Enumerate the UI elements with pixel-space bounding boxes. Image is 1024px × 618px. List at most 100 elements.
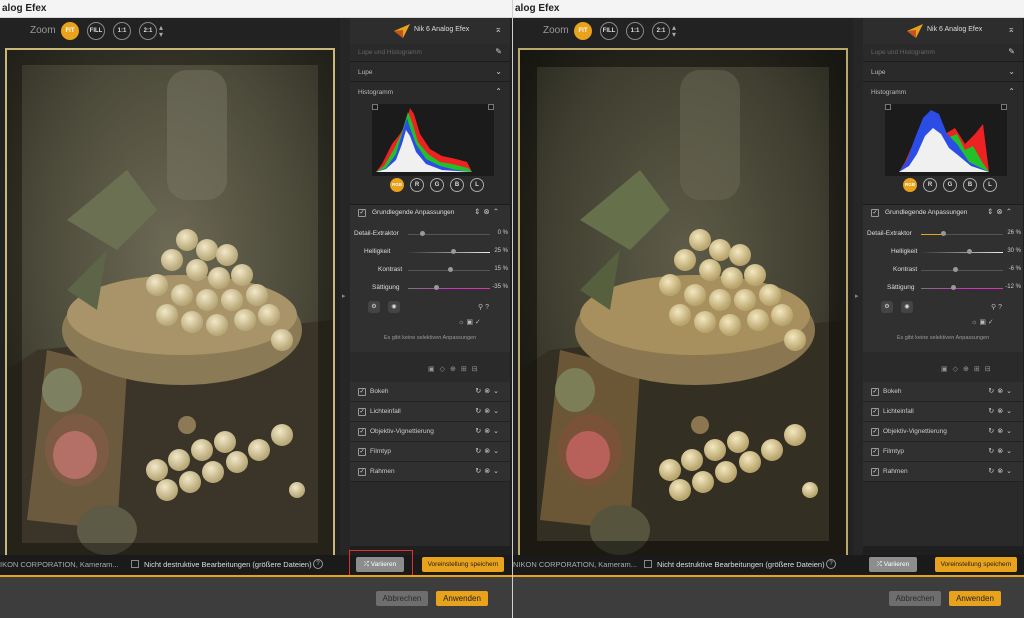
slider-brightness[interactable]: Helligkeit 25 % (350, 243, 510, 261)
non-destructive-checkbox[interactable] (644, 560, 652, 568)
enable-checkbox[interactable]: ✓ (358, 448, 366, 456)
filter-film-type[interactable]: ✓ Filmtyp ↻⊗⌄ (863, 442, 1023, 462)
save-preset-button[interactable]: Voreinstellung speichern (422, 557, 504, 572)
zoom-2-1-button[interactable]: 2:1 (139, 22, 157, 40)
highlight-clip-toggle[interactable] (488, 104, 494, 110)
cancel-button[interactable]: Abbrechen (889, 591, 941, 606)
slider-contrast[interactable]: Kontrast 15 % (350, 261, 510, 279)
filter-row-icons[interactable]: ↻⊗⌄ (475, 407, 502, 415)
enable-checkbox[interactable]: ✓ (871, 468, 879, 476)
slider-contrast[interactable]: Kontrast -6 % (863, 261, 1023, 279)
filter-film-type[interactable]: ✓ Filmtyp ↻⊗⌄ (350, 442, 510, 462)
pin-icon[interactable]: ✎ (495, 47, 502, 56)
zoom-stepper-icon[interactable]: ▴ ▾ (159, 24, 163, 39)
filter-frame[interactable]: ✓ Rahmen ↻⊗⌄ (863, 462, 1023, 482)
channel-r[interactable]: R (410, 178, 424, 192)
enable-checkbox[interactable]: ✓ (358, 428, 366, 436)
filter-row-icons[interactable]: ↻⊗⌄ (988, 447, 1015, 455)
selective-tool-icons[interactable]: ▣◇⊕⊞⊟ (941, 365, 996, 373)
filter-frame[interactable]: ✓ Rahmen ↻⊗⌄ (350, 462, 510, 482)
save-preset-button[interactable]: Voreinstellung speichern (935, 557, 1017, 572)
filter-row-icons[interactable]: ↻⊗⌄ (988, 467, 1015, 475)
photo-preview[interactable] (518, 48, 848, 560)
collapse-up-icon[interactable]: ⌅ (1007, 24, 1015, 35)
shadow-clip-toggle[interactable] (372, 104, 378, 110)
enable-checkbox[interactable]: ✓ (871, 428, 879, 436)
zoom-1-1-button[interactable]: 1:1 (113, 22, 131, 40)
channel-l[interactable]: L (983, 178, 997, 192)
enable-checkbox[interactable]: ✓ (871, 388, 879, 396)
slider-knob[interactable] (967, 249, 972, 254)
section-histogram[interactable]: Histogramm ⌃ (863, 84, 1023, 102)
control-point-icons[interactable]: ☼ ▣ ✓ (458, 318, 481, 326)
help-icon[interactable]: ? (826, 559, 836, 569)
enable-checkbox[interactable]: ✓ (358, 209, 366, 217)
slider-detail-extractor[interactable]: Detail-Extraktor 26 % (863, 225, 1023, 243)
group-header[interactable]: ✓ Grundlegende Anpassungen ⇕⊗⌃ (350, 205, 510, 221)
slider-knob[interactable] (448, 267, 453, 272)
pin-icon[interactable]: ✎ (1008, 47, 1015, 56)
control-point-icons[interactable]: ☼ ▣ ✓ (971, 318, 994, 326)
zoom-fit-button[interactable]: FIT (61, 22, 79, 40)
vary-button[interactable]: ⤮ Variieren (869, 557, 917, 572)
shadow-clip-toggle[interactable] (885, 104, 891, 110)
channel-b[interactable]: B (450, 178, 464, 192)
group-header-icons[interactable]: ⇕⊗⌃ (474, 207, 502, 216)
enable-checkbox[interactable]: ✓ (871, 209, 879, 217)
slider-saturation[interactable]: Sättigung -12 % (863, 279, 1023, 297)
enable-checkbox[interactable]: ✓ (871, 408, 879, 416)
channel-g[interactable]: G (430, 178, 444, 192)
section-loupe[interactable]: Lupe ⌄ (350, 64, 510, 82)
filter-row-icons[interactable]: ↻⊗⌄ (988, 387, 1015, 395)
filter-bokeh[interactable]: ✓ Bokeh ↻⊗⌄ (863, 382, 1023, 402)
slider-knob[interactable] (451, 249, 456, 254)
slider-track[interactable] (921, 249, 1003, 254)
tools-icon[interactable]: ⚲ ? (478, 303, 489, 311)
group-header-icons[interactable]: ⇕⊗⌃ (987, 207, 1015, 216)
filter-bokeh[interactable]: ✓ Bokeh ↻⊗⌄ (350, 382, 510, 402)
filter-lens-vignette[interactable]: ✓ Objektiv-Vignettierung ↻⊗⌄ (863, 422, 1023, 442)
enable-checkbox[interactable]: ✓ (871, 448, 879, 456)
slider-knob[interactable] (941, 231, 946, 236)
tools-icon[interactable]: ⚲ ? (991, 303, 1002, 311)
eye-icon[interactable]: ◉ (388, 301, 400, 313)
slider-track[interactable] (921, 267, 1003, 272)
highlight-clip-toggle[interactable] (1001, 104, 1007, 110)
slider-track[interactable] (408, 285, 490, 290)
filter-row-icons[interactable]: ↻⊗⌄ (475, 427, 502, 435)
channel-b[interactable]: B (963, 178, 977, 192)
cancel-button[interactable]: Abbrechen (376, 591, 428, 606)
enable-checkbox[interactable]: ✓ (358, 468, 366, 476)
help-icon[interactable]: ? (313, 559, 323, 569)
gear-icon[interactable]: ⚙ (881, 301, 893, 313)
section-histogram[interactable]: Histogramm ⌃ (350, 84, 510, 102)
filter-lens-vignette[interactable]: ✓ Objektiv-Vignettierung ↻⊗⌄ (350, 422, 510, 442)
section-loupe[interactable]: Lupe ⌄ (863, 64, 1023, 82)
slider-track[interactable] (408, 231, 490, 236)
zoom-fill-button[interactable]: FILL (600, 22, 618, 40)
enable-checkbox[interactable]: ✓ (358, 408, 366, 416)
collapse-up-icon[interactable]: ⌅ (494, 24, 502, 35)
enable-checkbox[interactable]: ✓ (358, 388, 366, 396)
filter-row-icons[interactable]: ↻⊗⌄ (988, 427, 1015, 435)
filter-light-leaks[interactable]: ✓ Lichteinfall ↻⊗⌄ (350, 402, 510, 422)
slider-knob[interactable] (951, 285, 956, 290)
photo-preview[interactable] (5, 48, 335, 560)
channel-rgb[interactable]: RGB (390, 178, 404, 192)
slider-knob[interactable] (420, 231, 425, 236)
zoom-fill-button[interactable]: FILL (87, 22, 105, 40)
selective-tool-icons[interactable]: ▣◇⊕⊞⊟ (428, 365, 483, 373)
section-loupe-histogram[interactable]: Lupe und Histogramm ✎ (863, 44, 1023, 62)
channel-r[interactable]: R (923, 178, 937, 192)
zoom-fit-button[interactable]: FIT (574, 22, 592, 40)
zoom-2-1-button[interactable]: 2:1 (652, 22, 670, 40)
eye-icon[interactable]: ◉ (901, 301, 913, 313)
channel-l[interactable]: L (470, 178, 484, 192)
filter-row-icons[interactable]: ↻⊗⌄ (475, 387, 502, 395)
zoom-1-1-button[interactable]: 1:1 (626, 22, 644, 40)
gear-icon[interactable]: ⚙ (368, 301, 380, 313)
non-destructive-checkbox[interactable] (131, 560, 139, 568)
slider-track[interactable] (408, 267, 490, 272)
apply-button[interactable]: Anwenden (436, 591, 488, 606)
zoom-stepper-icon[interactable]: ▴ ▾ (672, 24, 676, 39)
